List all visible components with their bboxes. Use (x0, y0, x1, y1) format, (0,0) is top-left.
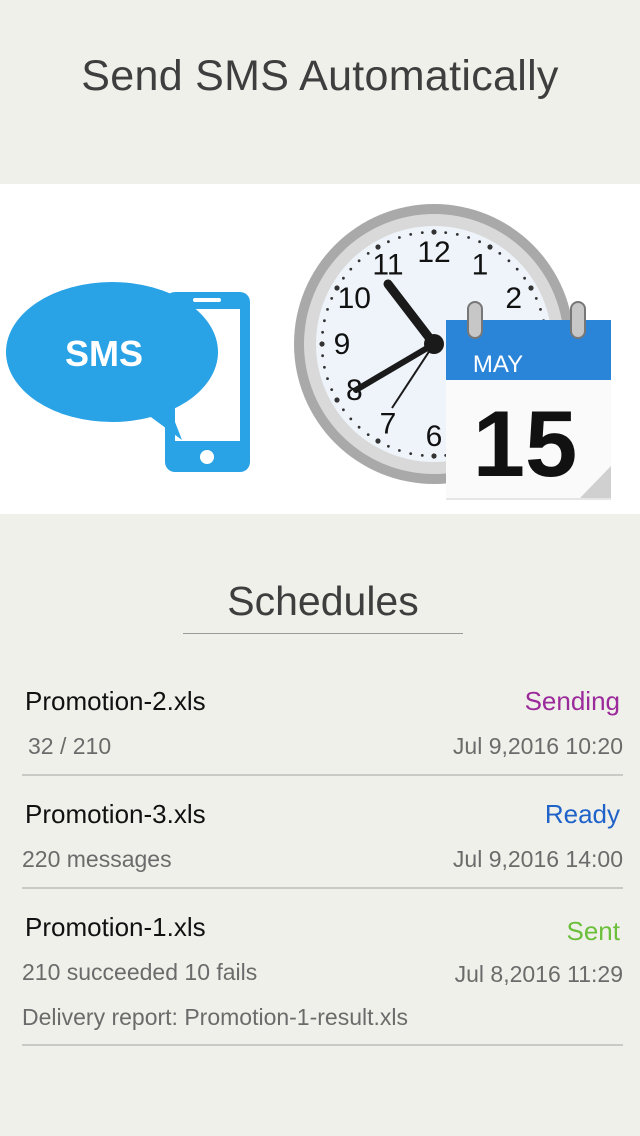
clock-tick (420, 231, 424, 234)
clock-tick (409, 233, 413, 236)
schedule-progress: 32 / 210 (28, 733, 112, 759)
schedule-status: Sent (566, 916, 621, 946)
clock-number: 9 (334, 328, 351, 361)
clock-tick (515, 267, 519, 271)
calendar-month: MAY (473, 351, 523, 378)
row-divider (22, 774, 623, 776)
clock-number: 7 (380, 408, 397, 441)
clock-tick (330, 297, 334, 300)
schedule-date: Jul 9,2016 14:00 (452, 846, 623, 872)
clock-tick (349, 267, 353, 271)
clock-tick (498, 252, 502, 255)
schedule-date: Jul 9,2016 10:20 (452, 733, 623, 759)
clock-tick (321, 330, 324, 334)
clock-tick (349, 417, 353, 421)
clock-tick (326, 377, 329, 380)
clock-tick (387, 444, 390, 448)
clock-number: 11 (372, 248, 403, 281)
clock-tick (507, 259, 511, 263)
clock-tick (455, 233, 459, 236)
clock-tick (409, 452, 413, 455)
clock-number: 2 (505, 282, 522, 315)
clock-number: 10 (338, 282, 371, 315)
sms-label: SMS (65, 333, 143, 374)
clock-tick (330, 388, 334, 391)
clock-tick (323, 319, 326, 323)
schedule-row[interactable]: Promotion-1.xls Sent 210 succeeded 10 fa… (22, 909, 623, 1049)
schedule-name: Promotion-2.xls (25, 686, 206, 716)
clock-tick (357, 259, 361, 263)
schedule-row[interactable]: Promotion-2.xls Sending 32 / 210 Jul 9,2… (22, 683, 623, 777)
schedule-detail: 210 succeeded 10 fails (22, 959, 258, 985)
page-title: Send SMS Automatically (81, 52, 559, 100)
clock-tick (366, 252, 370, 255)
clock-tick (534, 297, 538, 300)
row-divider (22, 887, 623, 889)
clock-tick (420, 454, 424, 457)
clock-tick (366, 433, 370, 436)
clock-tick (478, 240, 481, 244)
delivery-report-link[interactable]: Delivery report: Promotion-1-result.xls (22, 1004, 408, 1031)
banner-art: SMS 121234567891011 MAY 15 (6, 204, 611, 500)
schedule-status: Sending (524, 686, 620, 716)
clock-tick (319, 341, 325, 347)
schedule-detail: 220 messages (22, 846, 172, 872)
clock-tick (431, 453, 437, 459)
clock-tick (528, 285, 534, 291)
schedule-name: Promotion-3.xls (25, 799, 206, 829)
clock-tick (326, 308, 329, 311)
clock-tick (342, 408, 345, 412)
calendar-day: 15 (473, 391, 578, 496)
clock-tick (334, 397, 340, 403)
section-title: Schedules (227, 578, 419, 624)
clock-tick (398, 449, 401, 452)
clock-tick (398, 236, 401, 239)
calendar-icon: MAY 15 (446, 301, 611, 500)
clock-tick (342, 276, 345, 280)
schedule-status: Ready (544, 799, 620, 829)
clock-tick (321, 354, 324, 358)
clock-tick (539, 308, 542, 311)
schedule-name: Promotion-1.xls (25, 912, 206, 942)
clock-tick (523, 276, 526, 280)
section-underline (183, 633, 463, 634)
clock-tick (444, 231, 448, 234)
clock-tick (387, 240, 390, 244)
clock-tick (357, 425, 361, 429)
schedule-date: Jul 8,2016 11:29 (454, 961, 623, 987)
clock-number: 1 (472, 248, 489, 281)
banner-illustration: SMS 121234567891011 MAY 15 (0, 184, 640, 514)
clock-tick (467, 236, 470, 239)
clock-number: 6 (426, 420, 443, 453)
clock-number: 12 (417, 236, 450, 269)
row-divider (22, 1044, 623, 1046)
clock-tick (431, 229, 437, 235)
schedule-row[interactable]: Promotion-3.xls Ready 220 messages Jul 9… (22, 796, 623, 890)
clock-tick (323, 365, 326, 369)
